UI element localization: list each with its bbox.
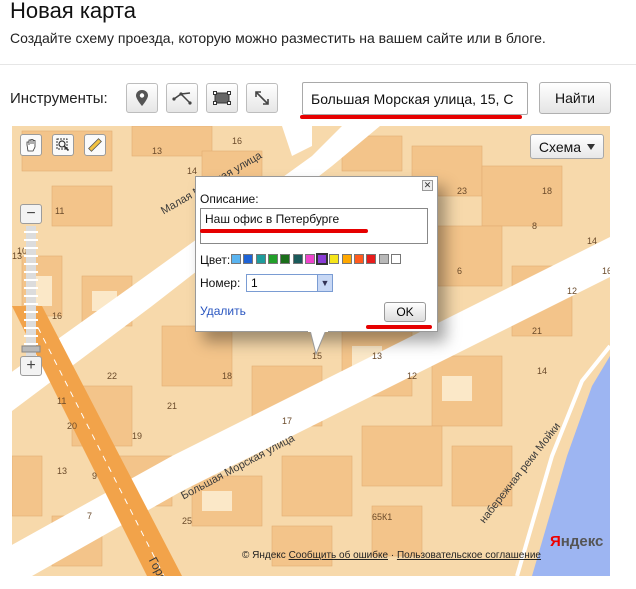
find-button[interactable]: Найти xyxy=(539,82,611,114)
color-swatch[interactable] xyxy=(255,254,266,264)
placemark-tool-button[interactable] xyxy=(126,83,158,113)
delete-link[interactable]: Удалить xyxy=(200,304,246,318)
chevron-down-icon: ▼ xyxy=(317,275,332,291)
color-swatch[interactable] xyxy=(341,254,352,264)
map-layer-label: Схема xyxy=(538,138,582,155)
zoom-in-button[interactable]: + xyxy=(20,356,42,376)
house-number: 13 xyxy=(372,351,383,361)
description-label: Описание: xyxy=(200,192,259,206)
house-number: 17 xyxy=(282,416,293,426)
house-number: 13 xyxy=(57,466,68,476)
house-number: 8 xyxy=(532,221,538,231)
close-button[interactable]: ✕ xyxy=(422,180,433,191)
color-swatch[interactable] xyxy=(267,254,278,264)
house-number: 25 xyxy=(182,516,193,526)
ruler-tool-button[interactable] xyxy=(84,134,106,156)
polygon-tool-button[interactable] xyxy=(206,83,238,113)
house-number: 21 xyxy=(532,326,543,336)
house-number: 11 xyxy=(55,206,65,216)
highlight-underline xyxy=(200,229,368,233)
color-swatch[interactable] xyxy=(243,254,254,264)
footer-separator: · xyxy=(390,550,395,561)
copyright-text: © Яндекс xyxy=(242,550,286,561)
zoom-control[interactable]: − + xyxy=(20,204,42,376)
color-swatch[interactable] xyxy=(378,254,389,264)
number-select-value: 1 xyxy=(251,276,258,290)
house-number: 6 xyxy=(457,266,463,276)
house-number: 65К1 xyxy=(372,512,393,522)
house-number: 12 xyxy=(567,286,578,296)
color-swatch[interactable] xyxy=(390,254,401,264)
house-number: 20 xyxy=(67,421,78,431)
color-swatch[interactable] xyxy=(292,254,303,264)
color-swatch[interactable] xyxy=(304,254,315,264)
ruler-tool-button[interactable] xyxy=(246,83,278,113)
house-number: 14 xyxy=(587,236,598,246)
chevron-down-icon xyxy=(587,143,596,150)
color-swatch[interactable] xyxy=(329,254,340,264)
polygon-icon xyxy=(213,91,231,105)
ruler-icon xyxy=(88,138,102,152)
house-number: 11 xyxy=(57,396,67,406)
house-number: 7 xyxy=(87,511,93,521)
zoom-slider-track[interactable] xyxy=(20,226,42,356)
color-swatch[interactable] xyxy=(231,254,241,264)
number-label: Номер: xyxy=(200,276,241,290)
zoom-slider-thumb xyxy=(21,345,41,353)
color-swatch[interactable] xyxy=(354,254,364,264)
house-number: 16 xyxy=(52,311,63,321)
magnifier-tool-button[interactable] xyxy=(52,134,74,156)
highlight-underline xyxy=(366,325,432,329)
color-label: Цвет: xyxy=(200,253,231,267)
color-swatch[interactable] xyxy=(366,254,377,264)
house-number: 9 xyxy=(92,471,98,481)
map-view[interactable]: Малая Морская улица Большая Морская улиц… xyxy=(12,126,610,576)
house-number: 19 xyxy=(132,431,143,441)
house-number: 18 xyxy=(542,186,553,196)
house-number: 16 xyxy=(232,136,243,146)
magnifier-icon xyxy=(56,138,70,152)
color-swatch[interactable] xyxy=(316,253,329,265)
house-number: 12 xyxy=(407,371,418,381)
color-swatch[interactable] xyxy=(280,254,291,264)
report-error-link[interactable]: Сообщить об ошибке xyxy=(289,550,388,561)
description-textarea[interactable]: Наш офис в Петербурге xyxy=(200,208,428,244)
pin-icon xyxy=(136,90,148,106)
yandex-logo: Яндекс xyxy=(550,533,604,550)
map-footer: © Яндекс Сообщить об ошибке · Пользовате… xyxy=(242,550,541,561)
number-select[interactable]: 1 ▼ xyxy=(246,274,333,292)
page-subtitle: Создайте схему проезда, которую можно ра… xyxy=(10,30,546,46)
polyline-tool-button[interactable] xyxy=(166,83,198,113)
house-number: 13 xyxy=(152,146,163,156)
highlight-underline xyxy=(300,115,522,119)
house-number: 23 xyxy=(457,186,468,196)
house-number: 16 xyxy=(602,266,610,276)
ok-button[interactable]: OK xyxy=(384,302,426,322)
polyline-icon xyxy=(172,92,192,105)
ruler-icon xyxy=(255,91,269,105)
tools-label: Инструменты: xyxy=(10,90,108,107)
hand-icon xyxy=(26,139,36,152)
popup-pointer xyxy=(308,330,328,356)
hand-tool-button[interactable] xyxy=(20,134,42,156)
zoom-out-button[interactable]: − xyxy=(20,204,42,224)
house-number: 18 xyxy=(222,371,233,381)
house-number: 21 xyxy=(167,401,178,411)
map-layer-button[interactable]: Схема xyxy=(530,134,604,159)
page-title: Новая карта xyxy=(10,0,136,23)
divider xyxy=(0,64,636,65)
placemark-editor-popup: ✕ Описание: Наш офис в Петербурге Цвет: … xyxy=(195,176,438,332)
house-number: 14 xyxy=(187,166,198,176)
house-number: 22 xyxy=(107,371,118,381)
house-number: 14 xyxy=(537,366,548,376)
user-agreement-link[interactable]: Пользовательское соглашение xyxy=(397,550,541,561)
address-search-input[interactable] xyxy=(302,82,528,115)
